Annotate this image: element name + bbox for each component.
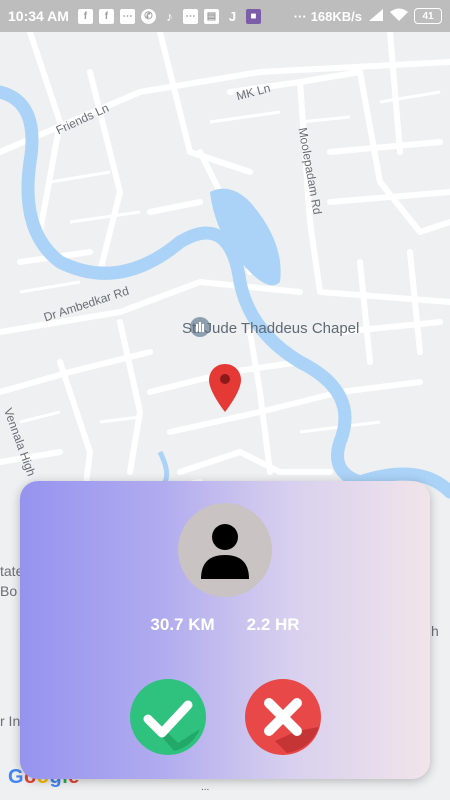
- network-speed: 168KB/s: [310, 8, 362, 24]
- duration-value: 2.2 HR: [246, 615, 300, 634]
- signal-icon: [368, 8, 384, 25]
- message-icon: ⋯: [119, 8, 135, 24]
- distance-value: 30.7 KM: [150, 615, 215, 634]
- battery-indicator: 41: [414, 8, 442, 24]
- cross-icon: [264, 698, 319, 753]
- status-time: 10:34 AM: [8, 8, 69, 24]
- trip-stats: 30.7 KM 2.2 HR: [20, 615, 430, 635]
- map-edge-label-right-1: h: [431, 623, 439, 639]
- app-icon: ■: [245, 8, 261, 24]
- facebook-icon: f: [98, 8, 114, 24]
- checkmark-icon: [143, 700, 200, 751]
- map-edge-label-left-2: Bo: [0, 583, 18, 599]
- tiktok-icon: ♪: [166, 8, 173, 24]
- news-icon: ▤: [203, 8, 219, 24]
- status-bar: 10:34 AM f f ⋯ ✆ ♪ ⋯ ▤ J ■ ··· 168KB/s 4…: [0, 0, 450, 32]
- more-notifications: ···: [293, 8, 307, 24]
- facebook-icon: f: [77, 8, 93, 24]
- accept-button[interactable]: [130, 679, 206, 755]
- message-icon: ⋯: [182, 8, 198, 24]
- wifi-icon: [390, 8, 408, 25]
- ride-request-card: 30.7 KM 2.2 HR: [20, 481, 430, 779]
- reject-button[interactable]: [245, 679, 321, 755]
- person-icon: [201, 524, 249, 579]
- bottom-hint: ...: [201, 782, 210, 793]
- location-pin-icon[interactable]: [207, 362, 243, 414]
- avatar: [178, 503, 272, 597]
- jio-icon: J: [228, 8, 237, 24]
- poi-label[interactable]: St. Jude Thaddeus Chapel: [182, 320, 359, 337]
- whatsapp-icon: ✆: [140, 8, 156, 24]
